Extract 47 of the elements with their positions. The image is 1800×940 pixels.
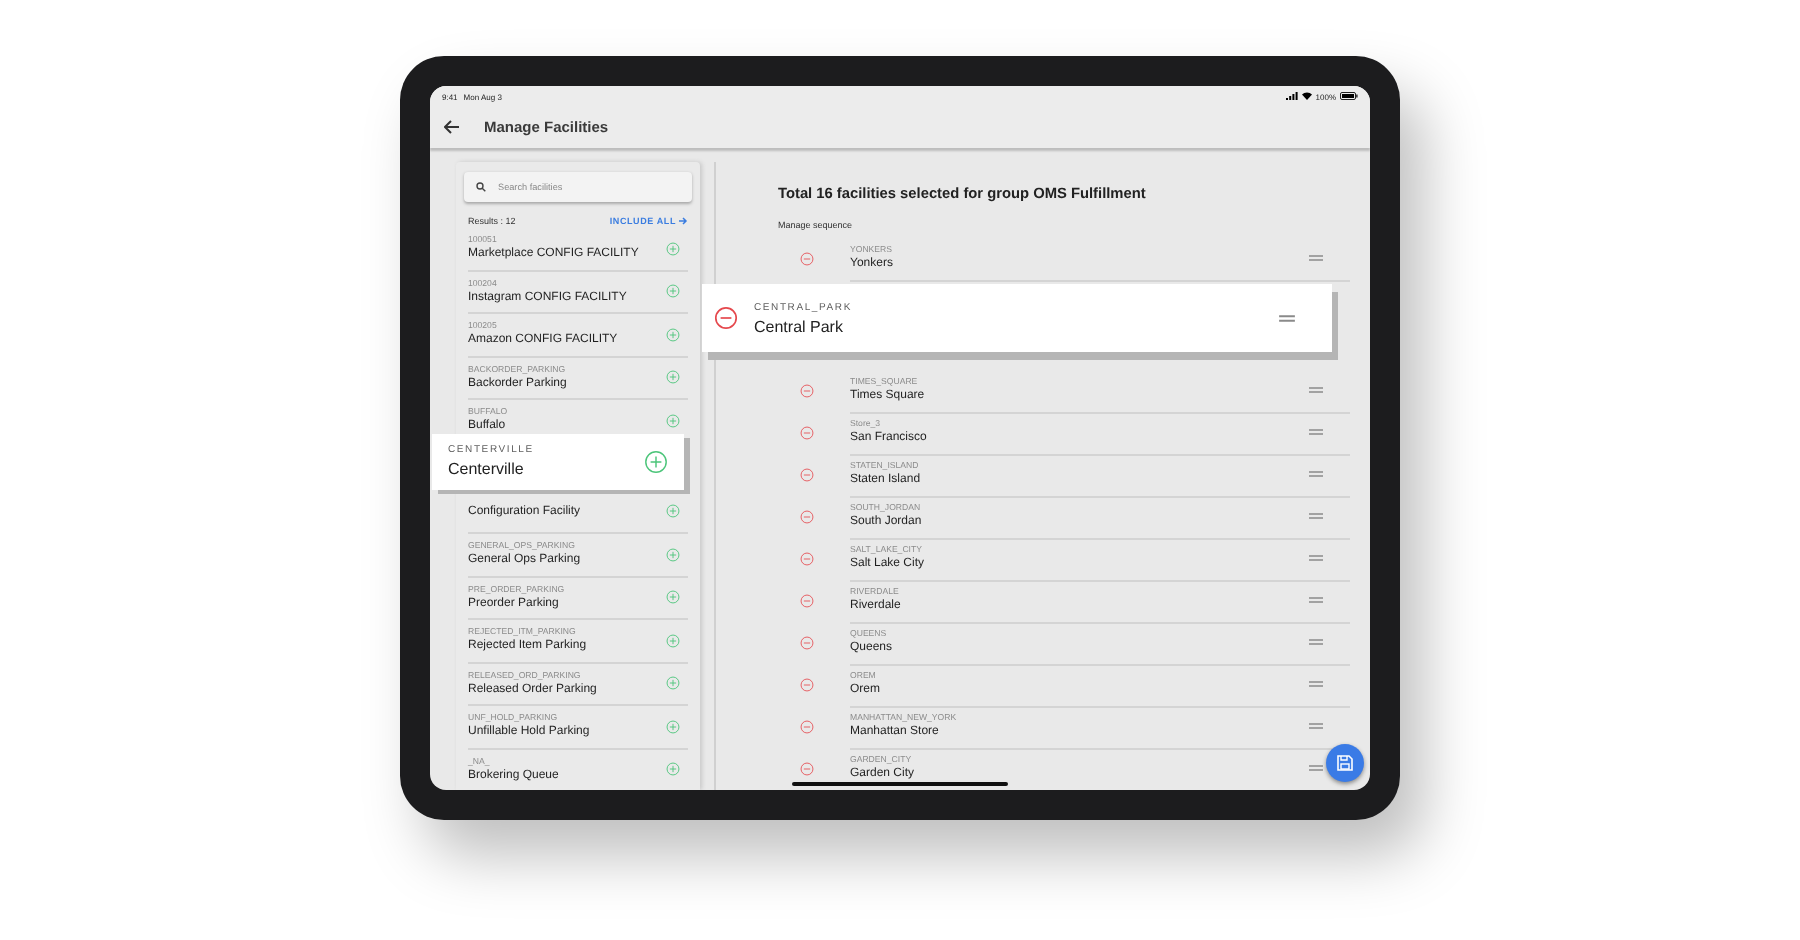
drag-handle-icon[interactable] [1308,637,1324,645]
add-icon[interactable] [666,762,680,777]
drag-handle-icon[interactable] [1308,253,1324,261]
add-icon[interactable] [666,327,680,342]
arrow-right-icon [678,216,688,226]
facility-name: Central Park [754,315,843,337]
drag-handle-icon[interactable] [1308,679,1324,687]
remove-icon[interactable] [800,678,814,692]
save-button[interactable] [1326,744,1364,782]
add-icon[interactable] [666,370,680,385]
drag-handle-icon[interactable] [1308,385,1324,393]
remove-icon[interactable] [800,552,814,566]
drag-handle-icon[interactable] [1308,553,1324,561]
drag-handle-icon[interactable] [1308,595,1324,603]
add-icon[interactable] [666,547,680,562]
signal-icon [1285,92,1298,100]
wifi-icon [1301,92,1312,100]
remove-icon[interactable] [800,426,814,440]
add-icon[interactable] [666,241,680,256]
facility-name: Centerville [448,458,524,480]
add-icon[interactable] [666,413,680,428]
drag-handle-icon[interactable] [1308,427,1324,435]
remove-icon[interactable] [800,252,814,266]
drag-handle-icon[interactable] [1278,313,1296,323]
back-arrow-icon[interactable] [444,120,460,134]
remove-icon[interactable] [800,510,814,524]
remove-icon[interactable] [800,594,814,608]
save-icon [1336,754,1354,772]
drag-handle-icon[interactable] [1308,721,1324,729]
add-icon[interactable] [666,504,680,519]
battery-icon [1340,92,1358,100]
remove-icon[interactable] [800,720,814,734]
remove-icon[interactable] [800,384,814,398]
search-icon [476,182,486,192]
add-icon[interactable] [666,719,680,734]
add-icon[interactable] [666,590,680,605]
drag-handle-icon[interactable] [1308,511,1324,519]
remove-icon[interactable] [714,306,738,330]
remove-icon[interactable] [800,762,814,776]
remove-icon[interactable] [800,636,814,650]
drag-handle-icon[interactable] [1308,469,1324,477]
add-icon[interactable] [666,633,680,648]
add-icon[interactable] [666,284,680,299]
remove-icon[interactable] [800,468,814,482]
add-icon[interactable] [644,449,668,473]
add-icon[interactable] [666,676,680,691]
drag-handle-icon[interactable] [1308,763,1324,771]
